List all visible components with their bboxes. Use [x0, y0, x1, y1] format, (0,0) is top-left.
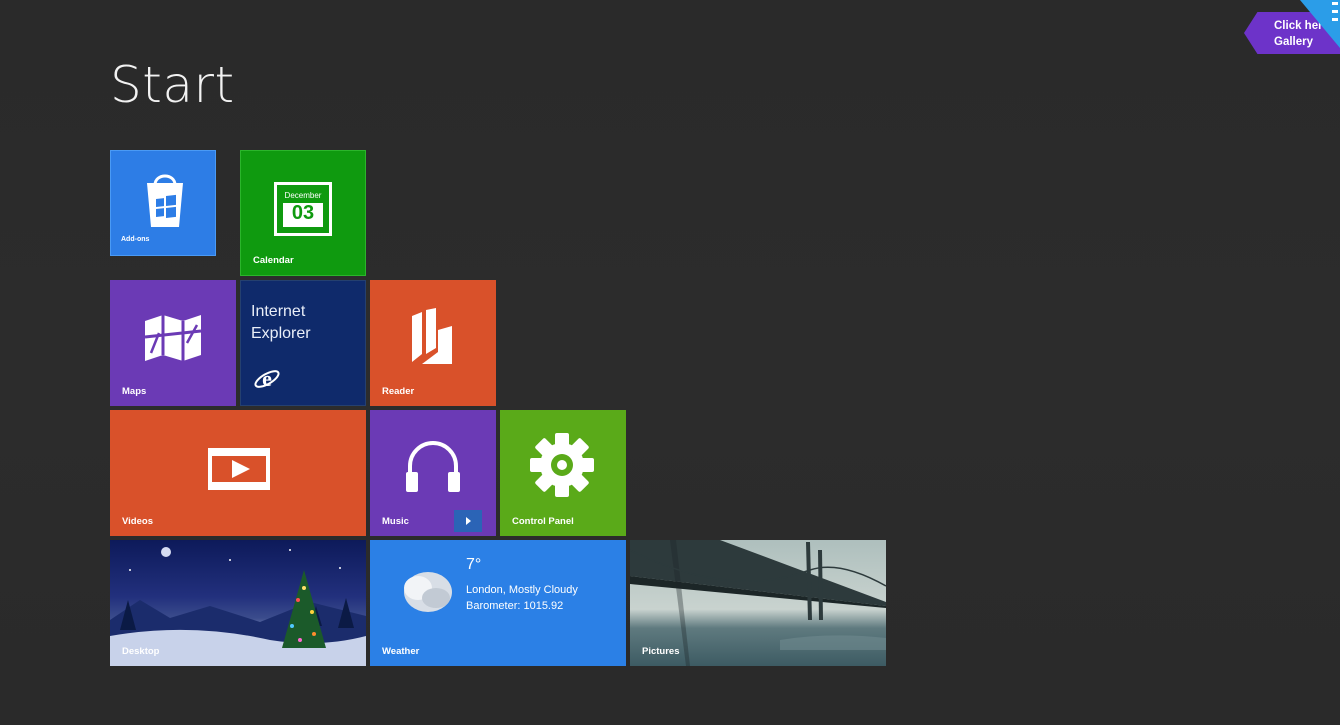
map-icon [144, 315, 202, 361]
gear-icon [530, 433, 594, 497]
music-play-button[interactable] [454, 510, 482, 532]
tile-pictures[interactable]: Pictures [630, 540, 886, 666]
tile-maps[interactable]: Maps [110, 280, 236, 406]
tile-music-label: Music [382, 516, 409, 527]
ie-title-line1: Internet [251, 303, 306, 320]
tile-calendar-label: Calendar [253, 255, 294, 266]
weather-location: London, Mostly Cloudy [466, 584, 578, 596]
internet-explorer-icon: e [254, 366, 280, 391]
calendar-month: December [284, 191, 322, 200]
tile-weather-label: Weather [382, 646, 420, 657]
tile-control-panel-label: Control Panel [512, 516, 574, 527]
svg-text:e: e [262, 366, 272, 391]
tile-music[interactable]: Music [370, 410, 496, 536]
page-title: Start [110, 56, 235, 114]
tile-reader[interactable]: Reader [370, 280, 496, 406]
headphones-icon [406, 441, 460, 492]
weather-temperature: 7° [466, 556, 482, 573]
ie-title-line2: Explorer [251, 325, 311, 342]
video-play-icon [208, 448, 270, 490]
reader-icon [412, 308, 452, 364]
tile-weather[interactable]: 7° London, Mostly Cloudy Barometer: 1015… [370, 540, 626, 666]
cloud-icon [404, 572, 452, 612]
tile-videos-label: Videos [122, 516, 153, 527]
tile-reader-label: Reader [382, 386, 415, 397]
tile-internet-explorer[interactable]: Internet Explorer e [240, 280, 366, 406]
gallery-line2: Gallery [1274, 36, 1313, 48]
tile-desktop-label: Desktop [122, 646, 160, 657]
calendar-icon: December 03 [274, 182, 332, 236]
tile-add-ons-label: Add-ons [121, 236, 150, 243]
ie-title: Internet Explorer [251, 301, 311, 345]
tile-add-ons[interactable]: Add-ons [110, 150, 216, 256]
tile-maps-label: Maps [122, 386, 147, 397]
menu-lines-icon [1332, 2, 1338, 21]
tile-calendar[interactable]: December 03 Calendar [240, 150, 366, 276]
play-icon [466, 517, 471, 525]
tile-videos[interactable]: Videos [110, 410, 366, 536]
tile-control-panel[interactable]: Control Panel [500, 410, 626, 536]
weather-barometer: Barometer: 1015.92 [466, 600, 564, 612]
calendar-day: 03 [291, 202, 315, 224]
tile-desktop[interactable]: Desktop [110, 540, 366, 666]
store-bag-icon [147, 174, 183, 227]
tile-pictures-label: Pictures [642, 646, 680, 657]
